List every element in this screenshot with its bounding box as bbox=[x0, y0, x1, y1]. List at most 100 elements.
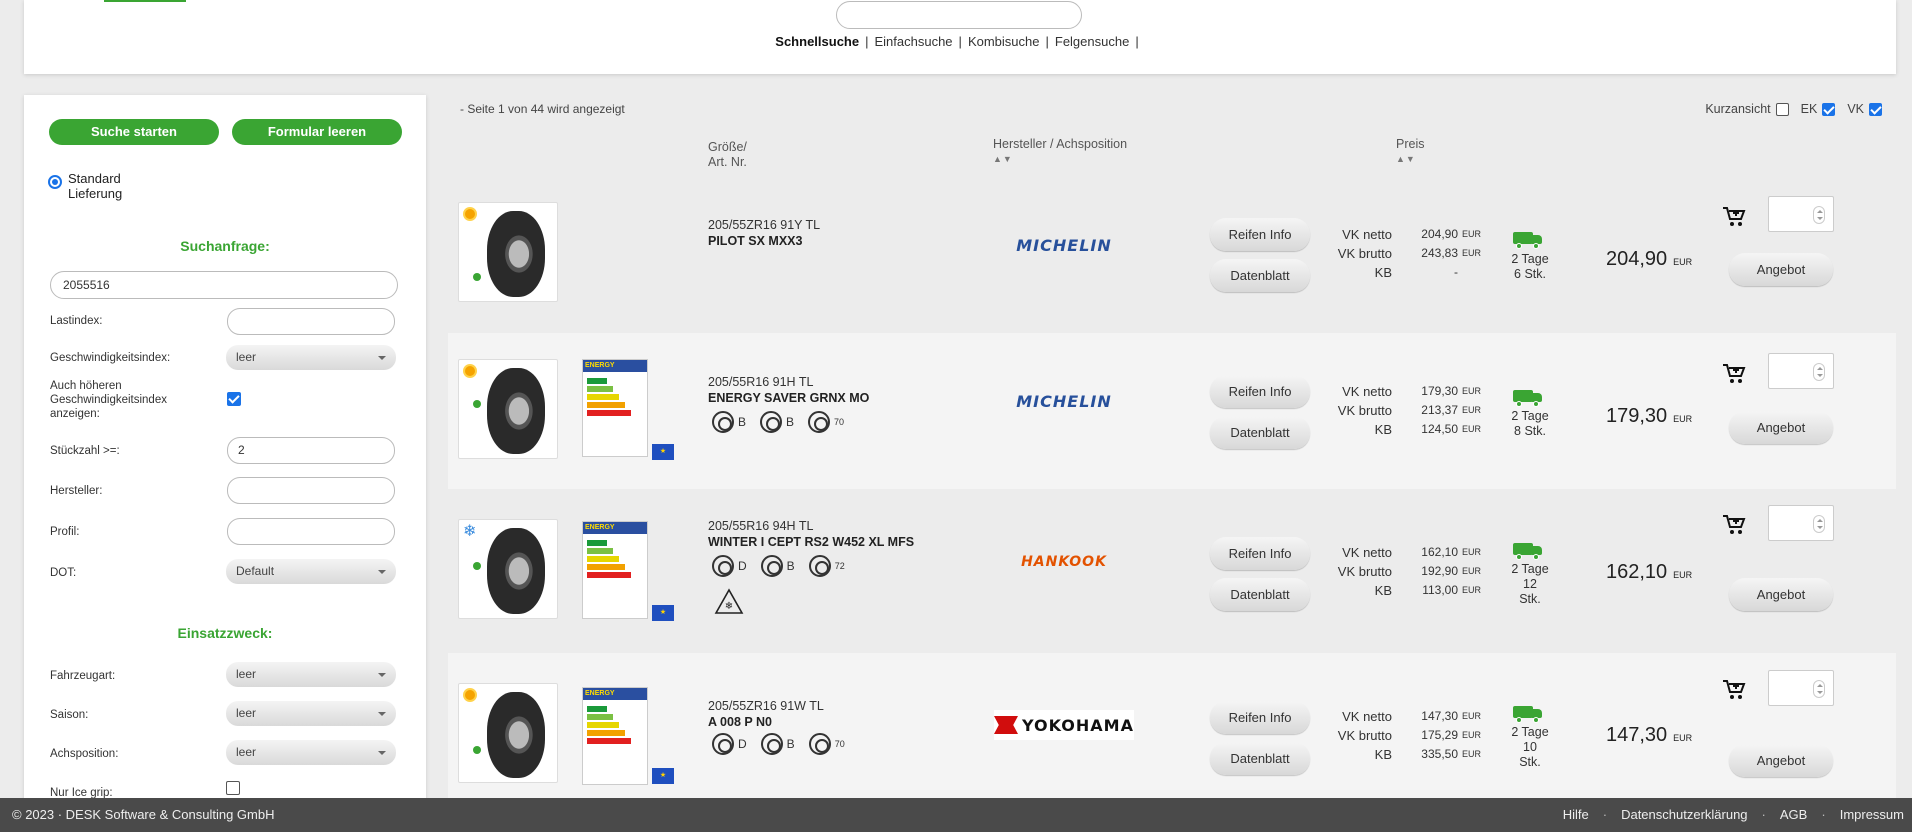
offer-button[interactable]: Angebot bbox=[1729, 253, 1833, 286]
add-to-cart-icon[interactable] bbox=[1722, 514, 1746, 536]
green-dot-icon bbox=[473, 273, 481, 281]
datasheet-button[interactable]: Datenblatt bbox=[1210, 259, 1310, 292]
datasheet-button[interactable]: Datenblatt bbox=[1210, 578, 1310, 611]
higher-speed-checkbox[interactable] bbox=[227, 392, 241, 406]
tab-felgensuche[interactable]: Felgensuche bbox=[1055, 34, 1129, 49]
footer-link-help[interactable]: Hilfe bbox=[1563, 798, 1589, 832]
start-search-button[interactable]: Suche starten bbox=[49, 119, 219, 145]
footer-link-impressum[interactable]: Impressum bbox=[1840, 798, 1904, 832]
page-info: - Seite 1 von 44 wird angezeigt bbox=[460, 102, 625, 116]
add-to-cart-icon[interactable] bbox=[1722, 363, 1746, 385]
green-dot-icon bbox=[473, 400, 481, 408]
stock-count: 12 bbox=[1523, 577, 1537, 591]
vk-netto-label: VK netto bbox=[1342, 384, 1392, 399]
footer-link-privacy[interactable]: Datenschutzerklärung bbox=[1621, 798, 1747, 832]
currency: EUR bbox=[1673, 414, 1693, 424]
ek-checkbox[interactable] bbox=[1822, 102, 1836, 116]
tab-einfachsuche[interactable]: Einfachsuche bbox=[874, 34, 952, 49]
quantity-stepper[interactable] bbox=[1768, 196, 1834, 232]
currency: EUR bbox=[1462, 547, 1482, 557]
dot-select[interactable]: Default bbox=[226, 559, 396, 584]
tire-model[interactable]: A 008 P N0 bbox=[708, 715, 772, 729]
tab-schnellsuche[interactable]: Schnellsuche bbox=[775, 34, 859, 49]
tire-image[interactable] bbox=[458, 202, 558, 302]
tire-image[interactable]: ❄ bbox=[458, 519, 558, 619]
tire-model[interactable]: PILOT SX MXX3 bbox=[708, 234, 802, 248]
add-to-cart-icon[interactable] bbox=[1722, 206, 1746, 228]
currency: EUR bbox=[1462, 585, 1482, 595]
tire-image[interactable] bbox=[458, 683, 558, 783]
datasheet-button[interactable]: Datenblatt bbox=[1210, 742, 1310, 775]
tire-info-button[interactable]: Reifen Info bbox=[1210, 218, 1310, 251]
tire-photo bbox=[487, 368, 545, 454]
vk-checkbox[interactable] bbox=[1869, 102, 1882, 116]
quantity-stepper[interactable] bbox=[1768, 353, 1834, 389]
sale-price-value: 204,90 bbox=[1606, 248, 1668, 270]
price-header-label: Preis bbox=[1396, 137, 1425, 151]
standard-delivery-option[interactable]: Standard Lieferung bbox=[48, 171, 148, 201]
michelin-logo: MICHELIN bbox=[1016, 235, 1112, 255]
profile-input[interactable] bbox=[227, 518, 395, 545]
stock-count: 10 bbox=[1523, 740, 1537, 754]
quantity-stepper[interactable] bbox=[1768, 505, 1834, 541]
vk-netto-label: VK netto bbox=[1342, 227, 1392, 242]
tire-model[interactable]: WINTER I CEPT RS2 W452 XL MFS bbox=[708, 535, 914, 549]
offer-button[interactable]: Angebot bbox=[1729, 411, 1833, 444]
ice-grip-checkbox[interactable] bbox=[226, 781, 240, 795]
vk-netto-value: 162,10 bbox=[1421, 545, 1458, 559]
top-accent-bar bbox=[104, 0, 186, 2]
footer: © 2023 · DESK Software & Consulting GmbH… bbox=[0, 798, 1912, 832]
delivery-days: 2 Tage bbox=[1511, 252, 1549, 266]
quantity-stepper[interactable] bbox=[1768, 670, 1834, 706]
eu-tire-label[interactable]: ENERGY bbox=[582, 521, 648, 619]
fuel-grade: D bbox=[738, 737, 747, 751]
tab-kombisuche[interactable]: Kombisuche bbox=[968, 34, 1040, 49]
clear-form-button[interactable]: Formular leeren bbox=[232, 119, 402, 145]
vehicle-type-select[interactable]: leer bbox=[226, 662, 396, 687]
currency: EUR bbox=[1462, 711, 1482, 721]
snowflake-mountain-icon: ❄ bbox=[714, 588, 744, 614]
offer-button[interactable]: Angebot bbox=[1729, 578, 1833, 611]
summer-icon bbox=[463, 207, 477, 221]
manufacturer-input[interactable] bbox=[227, 477, 395, 504]
axle-select[interactable]: leer bbox=[226, 740, 396, 765]
green-dot-icon bbox=[473, 746, 481, 754]
wet-grip-icon bbox=[760, 555, 783, 577]
noise-value: 70 bbox=[834, 417, 845, 427]
tire-image[interactable] bbox=[458, 359, 558, 459]
load-index-input[interactable] bbox=[227, 308, 395, 335]
tire-info-button[interactable]: Reifen Info bbox=[1210, 537, 1310, 570]
tire-info-button[interactable]: Reifen Info bbox=[1210, 375, 1310, 408]
season-select[interactable]: leer bbox=[226, 701, 396, 726]
eu-label-icons: D B 72 bbox=[712, 555, 845, 577]
radio-selected[interactable] bbox=[48, 175, 62, 189]
eu-flag-icon: ★ bbox=[652, 768, 674, 784]
kb-label: KB bbox=[1374, 583, 1392, 598]
eu-flag-icon: ★ bbox=[652, 444, 674, 460]
spinner-icon[interactable] bbox=[1813, 515, 1825, 533]
tire-size-input[interactable]: 2055516 bbox=[50, 271, 398, 299]
spinner-icon[interactable] bbox=[1813, 206, 1825, 224]
add-to-cart-icon[interactable] bbox=[1722, 679, 1746, 701]
manufacturer-header: Hersteller / Achsposition ▲▼ bbox=[993, 137, 1127, 167]
quick-search-input[interactable] bbox=[836, 1, 1082, 29]
eu-tire-label[interactable]: ENERGY bbox=[582, 359, 648, 457]
quantity-input[interactable]: 2 bbox=[227, 437, 395, 464]
manufacturer-sort-icon[interactable]: ▲▼ bbox=[993, 152, 1127, 167]
datasheet-button[interactable]: Datenblatt bbox=[1210, 416, 1310, 449]
short-view-checkbox[interactable] bbox=[1775, 102, 1789, 116]
eu-tire-label[interactable]: ENERGY bbox=[582, 687, 648, 785]
price-sort-icon[interactable]: ▲▼ bbox=[1396, 152, 1424, 167]
tire-model[interactable]: ENERGY SAVER GRNX MO bbox=[708, 391, 869, 405]
tire-info-button[interactable]: Reifen Info bbox=[1210, 701, 1310, 734]
offer-button[interactable]: Angebot bbox=[1729, 744, 1833, 777]
spinner-icon[interactable] bbox=[1813, 680, 1825, 698]
sale-price-value: 147,30 bbox=[1606, 724, 1668, 746]
delivery-days: 2 Tage bbox=[1511, 409, 1549, 423]
delivery-days: 2 Tage bbox=[1511, 562, 1549, 576]
footer-link-agb[interactable]: AGB bbox=[1780, 798, 1807, 832]
currency: EUR bbox=[1462, 424, 1482, 434]
price-details: VK netto 147,30 EUR VK brutto 175,29 EUR KB 3… bbox=[1328, 707, 1481, 764]
speed-index-select[interactable]: leer bbox=[226, 345, 396, 370]
spinner-icon[interactable] bbox=[1813, 363, 1825, 381]
